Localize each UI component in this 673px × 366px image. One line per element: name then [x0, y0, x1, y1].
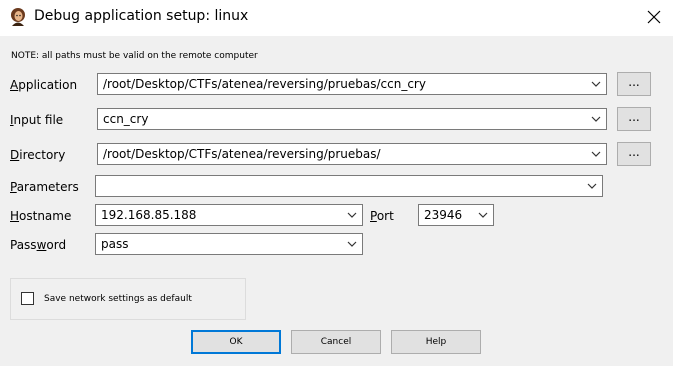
- note-text: NOTE: all paths must be valid on the rem…: [11, 51, 258, 61]
- application-browse-button[interactable]: ...: [617, 72, 651, 96]
- parameters-label: Parameters: [10, 180, 79, 194]
- port-label: Port: [370, 209, 394, 223]
- ok-button[interactable]: OK: [191, 330, 281, 354]
- chevron-down-icon: [347, 212, 357, 218]
- close-button[interactable]: [640, 4, 668, 30]
- chevron-down-icon: [478, 212, 488, 218]
- ida-app-icon: [11, 8, 25, 26]
- directory-value: /root/Desktop/CTFs/atenea/reversing/prue…: [103, 147, 381, 161]
- hostname-value: 192.168.85.188: [101, 208, 197, 222]
- chevron-down-icon: [591, 151, 601, 157]
- hostname-label: Hostname: [10, 209, 72, 223]
- application-combo[interactable]: /root/Desktop/CTFs/atenea/reversing/prue…: [97, 73, 607, 95]
- password-value: pass: [101, 237, 129, 251]
- port-combo[interactable]: 23946: [418, 204, 494, 226]
- hostname-combo[interactable]: 192.168.85.188: [95, 204, 363, 226]
- directory-label: Directory: [10, 148, 66, 162]
- chevron-down-icon: [587, 183, 597, 189]
- parameters-combo[interactable]: [95, 175, 603, 197]
- chevron-down-icon: [347, 241, 357, 247]
- window-title: Debug application setup: linux: [34, 8, 249, 24]
- title-bar: Debug application setup: linux: [0, 0, 673, 36]
- application-value: /root/Desktop/CTFs/atenea/reversing/prue…: [103, 77, 426, 91]
- port-value: 23946: [424, 208, 463, 222]
- save-settings-label[interactable]: Save network settings as default: [44, 294, 192, 304]
- close-icon: [647, 10, 661, 24]
- cancel-button[interactable]: Cancel: [291, 330, 381, 354]
- password-combo[interactable]: pass: [95, 233, 363, 255]
- directory-combo[interactable]: /root/Desktop/CTFs/atenea/reversing/prue…: [97, 143, 607, 165]
- save-settings-checkbox[interactable]: [21, 292, 34, 305]
- directory-browse-button[interactable]: ...: [617, 142, 651, 166]
- input-file-combo[interactable]: ccn_cry: [97, 108, 607, 130]
- input-file-browse-button[interactable]: ...: [617, 107, 651, 131]
- help-button[interactable]: Help: [391, 330, 481, 354]
- input-file-value: ccn_cry: [103, 112, 149, 126]
- application-label: Application: [10, 78, 78, 92]
- chevron-down-icon: [591, 116, 601, 122]
- chevron-down-icon: [591, 81, 601, 87]
- input-file-label: Input file: [10, 113, 64, 127]
- password-label: Password: [10, 238, 67, 252]
